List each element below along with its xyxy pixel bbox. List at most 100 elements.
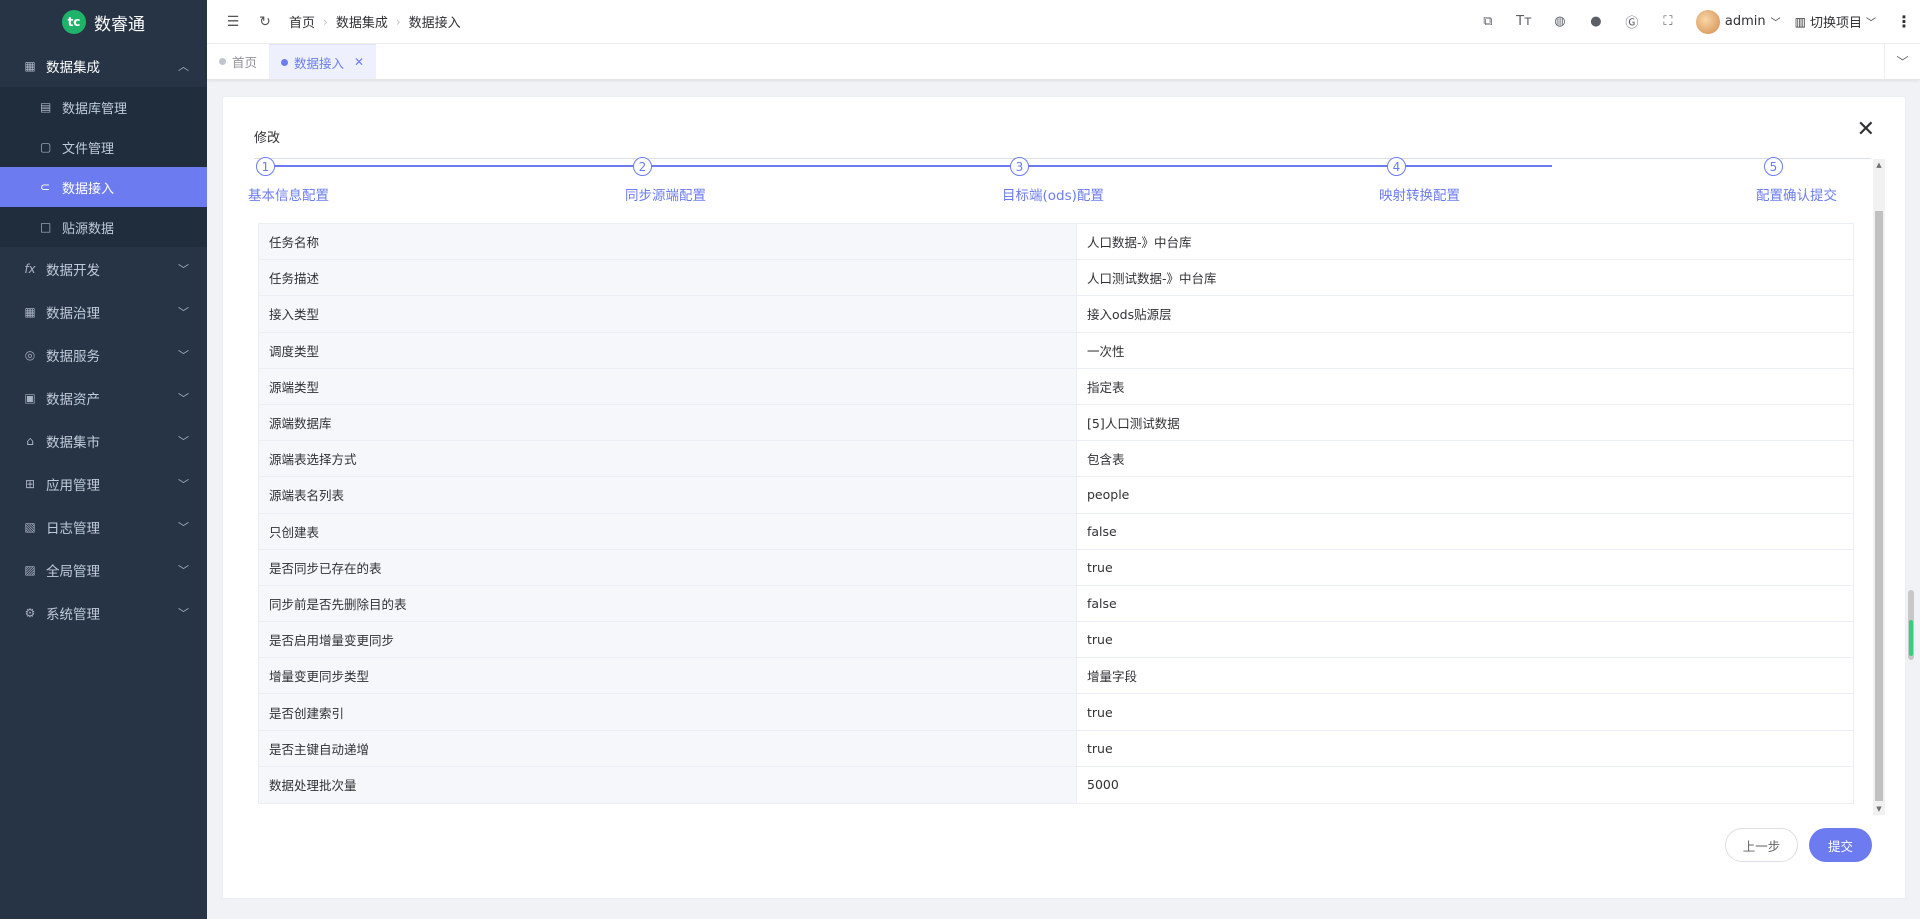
menu-fold-icon[interactable]: ☰ [217,14,249,30]
menu-log-management[interactable]: ▧ 日志管理 ﹀ [0,505,207,548]
tab-home[interactable]: 首页 [207,44,269,79]
tab-dot-icon [281,58,289,66]
scroll-up-arrow-icon[interactable]: ▲ [1873,161,1885,169]
menu-app-management[interactable]: ⊞ 应用管理 ﹀ [0,462,207,505]
row-label: 是否主键自动递增 [259,730,1077,766]
tab-label: 首页 [232,55,258,70]
tabs-dropdown-chevron-icon[interactable]: ﹀ [1884,44,1920,79]
breadcrumb-data-access: 数据接入 [408,16,461,31]
breadcrumb-data-integration[interactable]: 数据集成 [336,12,388,31]
github-icon[interactable]: ● [1578,14,1614,29]
menu-label: 数据集成 [46,59,100,76]
chevron-down-icon: ﹀ [178,563,189,577]
menu-global-management[interactable]: ▨ 全局管理 ﹀ [0,548,207,591]
page-scrollbar[interactable] [1908,590,1914,660]
sidebar-item-label: 数据库管理 [62,101,128,117]
row-label: 只创建表 [259,513,1077,549]
close-icon[interactable]: ✕ [1857,119,1875,141]
submit-button[interactable]: 提交 [1809,828,1872,862]
step-5-label[interactable]: 配置确认提交 [1756,184,1837,204]
sidebar-item-database-management[interactable]: ▤ 数据库管理 [0,87,207,127]
table-row: 源端类型 指定表 [259,368,1853,405]
tags-view: 首页 数据接入 ✕ ﹀ [207,44,1920,80]
table-row: 是否同步已存在的表 true [259,549,1853,586]
step-3-label[interactable]: 目标端(ods)配置 [1002,184,1104,204]
row-value: true [1087,704,1113,720]
breadcrumb-separator-icon: › [323,14,328,29]
step-4-circle: 4 [1387,157,1406,176]
menu-data-development[interactable]: fx 数据开发 ﹀ [0,247,207,290]
dialog-title: 修改 [254,131,281,146]
row-value: 增量字段 [1087,669,1138,685]
switch-project-menu[interactable]: ▥ 切换项目 ﹀ [1795,12,1876,32]
scrollbar-thumb[interactable] [1875,211,1883,801]
top-navbar: ☰ ↻ 首页 › 数据集成 › 数据接入 ⧉ Tт ◍ ● Ⓖ ⛶ admin … [207,0,1920,44]
close-icon[interactable]: ✕ [354,55,364,69]
link-icon: ⊂ [40,180,51,194]
step-4-label[interactable]: 映射转换配置 [1379,184,1460,204]
sidebar-item-source-data[interactable]: □ 贴源数据 [0,207,207,247]
log-icon: ▧ [24,519,36,534]
fullscreen-icon[interactable]: ⛶ [1650,14,1686,29]
row-value: false [1087,595,1117,611]
chevron-down-icon: ﹀ [178,434,189,448]
tab-data-access[interactable]: 数据接入 ✕ [269,44,377,79]
sidebar-item-label: 文件管理 [62,141,115,157]
table-row: 调度类型 一次性 [259,332,1853,369]
steps: 1 基本信息配置 2 同步源端配置 3 目标端(ods)配置 4 映射转换配置 … [248,155,1837,205]
switch-project-label: 切换项目 [1809,16,1862,31]
grid-icon: ▦ [24,58,36,73]
step-2-label[interactable]: 同步源端配置 [625,184,706,204]
menu-label: 数据开发 [46,262,100,279]
menu-data-market[interactable]: ⌂ 数据集市 ﹀ [0,419,207,462]
row-label: 源端类型 [259,368,1077,404]
screenshot-icon[interactable]: ⧉ [1470,14,1506,29]
menu-data-service[interactable]: ◎ 数据服务 ﹀ [0,333,207,376]
table-row: 接入类型 接入ods贴源层 [259,296,1853,333]
row-value: 一次性 [1087,343,1125,359]
tab-dot-icon [219,58,226,65]
step-3-circle: 3 [1010,157,1029,176]
chevron-up-icon: ︿ [178,59,189,73]
table-row: 源端表选择方式 包含表 [259,441,1853,478]
edit-dialog: 修改 ✕ 1 基本信息配置 2 同步源端配置 3 目标端(ods)配置 4 映射… [222,96,1906,899]
more-vertical-icon[interactable]: ⋮ [1894,12,1914,31]
table-row: 任务名称 人口数据-》中台库 [259,224,1853,261]
row-label: 源端表名列表 [259,477,1077,513]
menu-data-assets[interactable]: ▣ 数据资产 ﹀ [0,376,207,419]
user-menu[interactable]: admin ﹀ [1695,9,1781,34]
sidebar-item-file-management[interactable]: ▢ 文件管理 [0,127,207,167]
dialog-scrollbar[interactable]: ▲ ▼ [1873,159,1885,815]
row-value: 包含表 [1087,452,1125,468]
previous-step-button[interactable]: 上一步 [1725,828,1798,862]
chevron-down-icon: ﹀ [178,520,189,534]
row-value: true [1087,632,1113,648]
row-label: 源端表选择方式 [259,441,1077,477]
menu-data-governance[interactable]: ▦ 数据治理 ﹀ [0,290,207,333]
sidebar: tc 数睿通 ▦ 数据集成 ︿ ▤ 数据库管理 ▢ 文件管理 ⊂ 数据接入 □ … [0,0,207,919]
gitee-icon[interactable]: Ⓖ [1614,12,1650,31]
language-globe-icon[interactable]: ◍ [1542,14,1578,29]
refresh-icon[interactable]: ↻ [249,14,281,30]
page-scrollbar-indicator [1909,620,1913,656]
table-row: 只创建表 false [259,513,1853,550]
apps-icon: ⊞ [24,476,36,491]
sidebar-item-data-access[interactable]: ⊂ 数据接入 [0,167,207,207]
global-icon: ▨ [24,562,36,577]
logo[interactable]: tc 数睿通 [0,0,207,44]
step-2-circle: 2 [633,157,652,176]
breadcrumb-separator-icon: › [395,14,401,29]
square-icon: □ [40,220,52,234]
table-row: 源端数据库 [5]人口测试数据 [259,404,1853,442]
row-label: 接入类型 [259,296,1077,332]
font-size-icon[interactable]: Tт [1506,14,1542,29]
row-value: people [1087,487,1130,503]
step-5-circle: 5 [1764,157,1783,176]
row-value: 5000 [1087,777,1119,793]
menu-system-management[interactable]: ⚙ 系统管理 ﹀ [0,591,207,634]
menu-data-integration[interactable]: ▦ 数据集成 ︿ [0,44,207,87]
chevron-down-icon: ﹀ [178,606,189,620]
breadcrumb-home[interactable]: 首页 [289,12,315,31]
step-1-label[interactable]: 基本信息配置 [248,184,329,204]
scroll-down-arrow-icon[interactable]: ▼ [1873,805,1885,813]
